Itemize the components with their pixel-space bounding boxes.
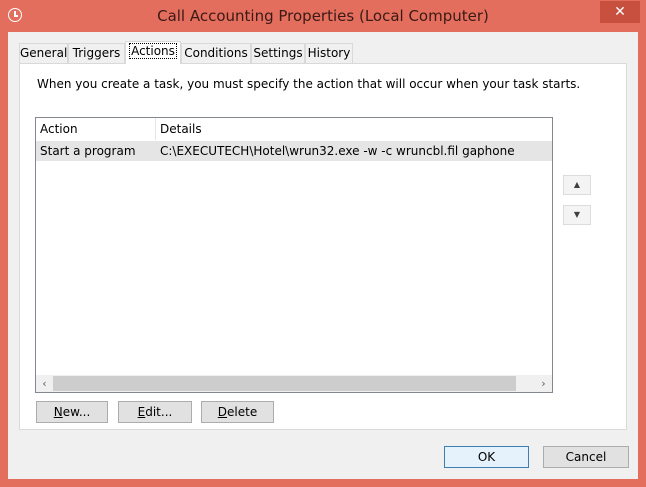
horizontal-scrollbar[interactable]: ‹ › [36,375,552,392]
tab-triggers[interactable]: Triggers [68,43,125,63]
cancel-button[interactable]: Cancel [543,446,629,468]
action-cell: Start a program [40,144,136,158]
title-bar[interactable]: Call Accounting Properties (Local Comput… [0,0,646,32]
column-header-details[interactable]: Details [160,122,202,136]
dialog-client: General Triggers Actions Conditions Sett… [8,32,638,479]
close-button[interactable]: ✕ [600,1,640,23]
mnemonic: N [53,405,63,419]
list-item[interactable]: Start a program C:\EXECUTECH\Hotel\wrun3… [36,141,552,161]
new-button[interactable]: New... [36,401,108,423]
tab-history[interactable]: History [305,43,353,63]
button-label: dit... [145,405,173,419]
tab-label: Settings [253,46,303,60]
ok-button[interactable]: OK [444,446,529,468]
dialog-window: Call Accounting Properties (Local Comput… [0,0,646,487]
tab-settings[interactable]: Settings [251,43,305,63]
tab-label: Actions [129,43,177,59]
intro-text: When you create a task, you must specify… [37,77,581,91]
scroll-thumb[interactable] [53,376,516,391]
tab-actions[interactable]: Actions [125,41,181,64]
move-down-button[interactable]: ▼ [563,205,591,225]
edit-button[interactable]: Edit... [118,401,192,423]
mnemonic: D [217,405,228,419]
button-label: ew... [62,405,91,419]
details-cell: C:\EXECUTECH\Hotel\wrun32.exe -w -c wrun… [160,144,515,158]
button-label: elete [227,405,258,419]
scroll-right-icon[interactable]: › [535,375,552,392]
tab-label: Conditions [184,46,248,60]
tab-general[interactable]: General [19,43,68,63]
scroll-left-icon[interactable]: ‹ [36,375,53,392]
tab-conditions[interactable]: Conditions [181,43,251,63]
tab-label: General [20,46,68,60]
move-up-button[interactable]: ▲ [563,175,591,195]
actions-list[interactable]: Action Details Start a program C:\EXECUT… [35,117,553,393]
window-title: Call Accounting Properties (Local Comput… [157,7,489,25]
column-divider[interactable] [155,118,156,140]
delete-button[interactable]: Delete [201,401,274,423]
tab-label: Triggers [72,46,121,60]
column-header-action[interactable]: Action [40,122,78,136]
tab-label: History [307,46,351,60]
list-header: Action Details [36,118,552,140]
actions-panel: When you create a task, you must specify… [19,63,627,430]
